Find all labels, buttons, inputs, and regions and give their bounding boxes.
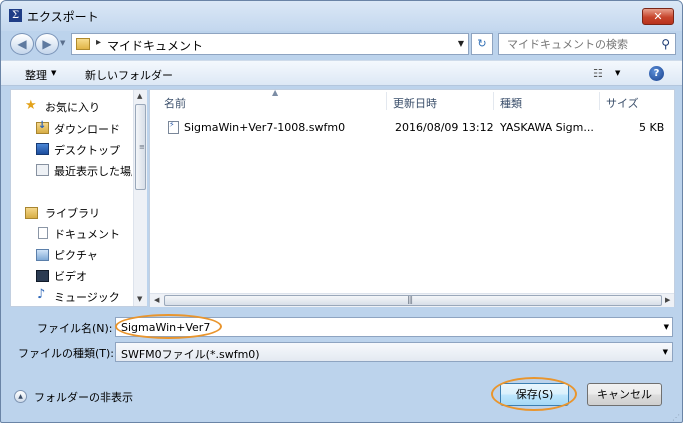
file-type-dropdown-icon[interactable]: ▼ <box>663 348 668 356</box>
star-icon: ★ <box>25 98 37 113</box>
app-icon: Σ <box>9 9 22 22</box>
column-header-name[interactable]: 名前 <box>164 95 186 111</box>
nav-item-pictures[interactable]: ピクチャ <box>54 247 98 263</box>
videos-icon <box>36 270 49 282</box>
nav-item-documents[interactable]: ドキュメント <box>54 226 120 242</box>
file-name-highlight-ring <box>115 314 222 339</box>
refresh-button[interactable]: ↻ <box>471 33 493 55</box>
search-input[interactable] <box>507 36 657 52</box>
folder-icon <box>76 38 90 50</box>
nav-item-favorites[interactable]: お気に入り <box>45 99 100 115</box>
scroll-down-icon[interactable]: ▼ <box>137 295 142 303</box>
file-modified: 2016/08/09 13:12 <box>395 121 494 134</box>
scroll-up-icon[interactable]: ▲ <box>137 92 142 100</box>
music-icon: ♪ <box>37 287 46 302</box>
recent-places-icon <box>36 164 49 176</box>
desktop-icon <box>36 143 49 155</box>
horizontal-scroll-thumb[interactable]: ||| <box>164 295 662 306</box>
file-size: 5 KB <box>639 121 665 134</box>
scroll-left-icon[interactable]: ◀ <box>154 296 159 304</box>
chevron-up-icon[interactable]: ▲ <box>14 390 27 403</box>
file-list-horizontal-scrollbar[interactable]: ◀ ||| ▶ <box>150 293 674 307</box>
grip-icon: ≡ <box>139 143 145 151</box>
column-divider[interactable] <box>599 92 600 110</box>
search-box[interactable]: ⚲ <box>498 33 676 55</box>
grip-icon: ||| <box>407 295 413 304</box>
view-options-icon[interactable]: ☷ <box>593 67 603 80</box>
nav-item-downloads[interactable]: ダウンロード <box>54 121 120 137</box>
column-divider[interactable] <box>493 92 494 110</box>
file-name: SigmaWin+Ver7-1008.swfm0 <box>184 121 346 134</box>
navigation-pane: ★ お気に入り ダウンロード デスクトップ 最近表示した場所 ライブラリ ドキュ… <box>10 89 147 307</box>
scroll-right-icon[interactable]: ▶ <box>665 296 670 304</box>
nav-item-videos[interactable]: ビデオ <box>54 268 87 284</box>
nav-scroll-thumb[interactable]: ≡ <box>135 104 146 190</box>
file-row[interactable]: SigmaWin+Ver7-1008.swfm0 2016/08/09 13:1… <box>164 119 669 137</box>
file-name-dropdown-icon[interactable]: ▼ <box>664 323 669 331</box>
file-type: YASKAWA Sigm... <box>500 121 594 134</box>
export-dialog: Σ エクスポート ✕ ◀ ▶ ▼ ▸ マイドキュメント ▼ ↻ ⚲ 整理 ▼ 新… <box>0 0 683 423</box>
view-dropdown-icon[interactable]: ▼ <box>615 69 620 77</box>
back-arrow-icon: ◀ <box>17 37 27 51</box>
downloads-folder-icon <box>36 120 49 134</box>
recent-locations-dropdown-icon[interactable]: ▼ <box>60 39 65 47</box>
window-title: エクスポート <box>27 10 99 24</box>
column-header-type[interactable]: 種類 <box>500 95 522 111</box>
pictures-icon <box>36 249 49 261</box>
address-dropdown-icon[interactable]: ▼ <box>458 39 464 48</box>
organize-menu-button[interactable]: 整理 <box>25 67 47 83</box>
breadcrumb-current-folder[interactable]: マイドキュメント <box>107 37 203 54</box>
documents-icon <box>38 227 48 239</box>
refresh-icon: ↻ <box>477 37 487 50</box>
breadcrumb-separator[interactable]: ▸ <box>96 37 101 48</box>
forward-arrow-icon: ▶ <box>42 37 52 51</box>
forward-button[interactable]: ▶ <box>35 33 59 55</box>
organize-dropdown-icon[interactable]: ▼ <box>51 69 56 77</box>
save-button-highlight-ring <box>491 377 577 411</box>
file-list: 名前 ▲ 更新日時 種類 サイズ SigmaWin+Ver7-1008.swfm… <box>149 88 675 307</box>
command-toolbar: 整理 ▼ 新しいフォルダー ☷ ▼ ? <box>1 60 682 86</box>
search-icon[interactable]: ⚲ <box>661 37 670 51</box>
libraries-icon <box>25 207 38 219</box>
file-type-select[interactable]: SWFM0ファイル(*.swfm0) ▼ <box>115 342 673 362</box>
column-divider[interactable] <box>386 92 387 110</box>
file-name-label: ファイル名(N): <box>37 322 113 335</box>
sort-ascending-icon: ▲ <box>272 88 279 97</box>
file-type-value: SWFM0ファイル(*.swfm0) <box>121 348 260 361</box>
close-button[interactable]: ✕ <box>642 8 674 25</box>
cancel-button[interactable]: キャンセル <box>587 383 662 406</box>
nav-item-music[interactable]: ミュージック <box>54 289 120 305</box>
address-bar[interactable]: ▸ マイドキュメント ▼ <box>71 33 469 55</box>
swfm0-file-icon <box>168 120 179 134</box>
hide-folders-label[interactable]: フォルダーの非表示 <box>34 389 133 405</box>
nav-item-recent-places[interactable]: 最近表示した場所 <box>54 163 132 179</box>
help-icon[interactable]: ? <box>649 66 664 81</box>
column-header-size[interactable]: サイズ <box>606 95 639 111</box>
file-type-label: ファイルの種類(T): <box>18 347 115 360</box>
nav-item-desktop[interactable]: デスクトップ <box>54 142 120 158</box>
back-button[interactable]: ◀ <box>10 33 34 55</box>
nav-item-libraries[interactable]: ライブラリ <box>45 205 100 221</box>
column-header-modified[interactable]: 更新日時 <box>393 95 437 111</box>
resize-grip-icon[interactable]: ⋰ <box>672 414 680 422</box>
new-folder-button[interactable]: 新しいフォルダー <box>85 67 173 83</box>
nav-pane-scrollbar[interactable]: ▲ ≡ ▼ <box>133 90 147 306</box>
title-bar: Σ エクスポート ✕ <box>1 1 682 31</box>
